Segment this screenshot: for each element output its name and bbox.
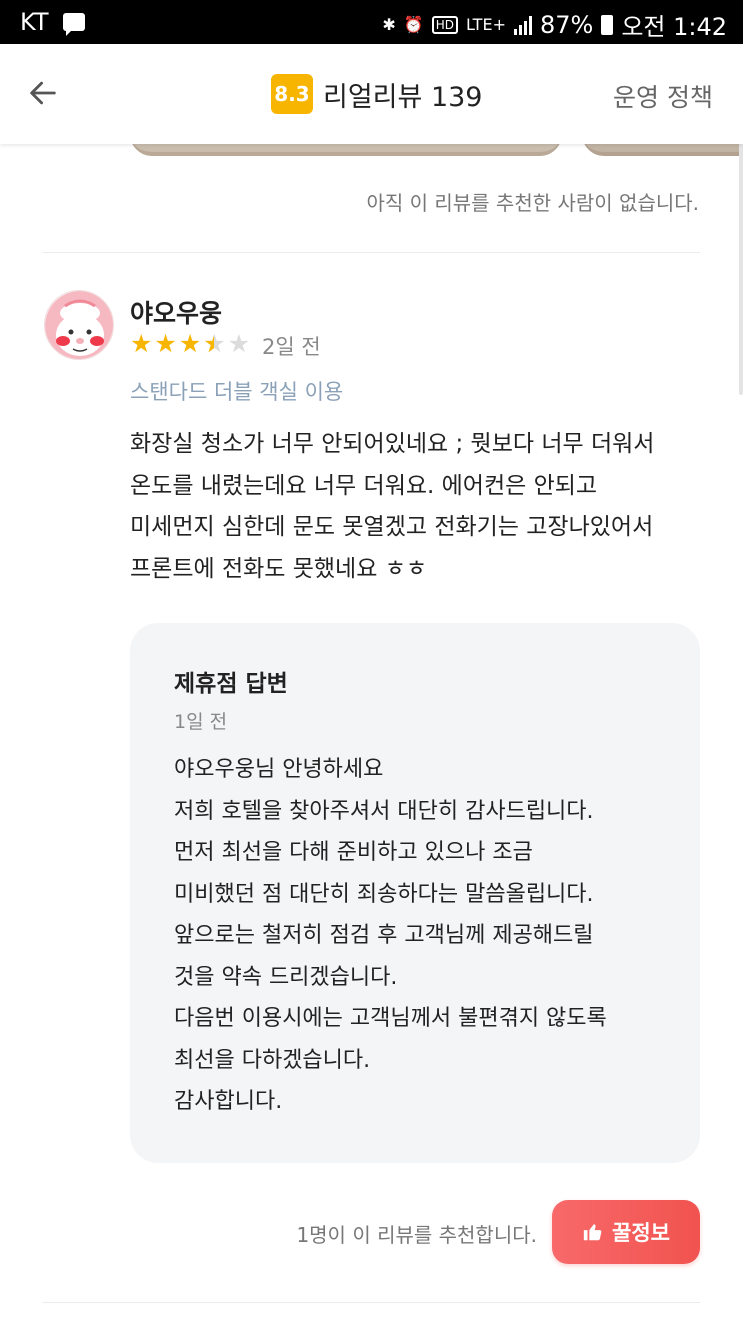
review-line: 프론트에 전화도 못했네요 ㅎㅎ <box>130 555 428 582</box>
half-star-icon: ★ <box>203 331 225 358</box>
avatar[interactable] <box>44 290 114 360</box>
reply-title: 제휴점 답변 <box>174 671 288 697</box>
review-line: 화장실 청소가 너무 안되어있네요 ; 뭣보다 너무 더워서 <box>130 431 655 457</box>
alarm-icon: ⏰ <box>403 14 424 34</box>
message-icon <box>62 13 85 36</box>
arrow-left-icon <box>30 81 56 105</box>
status-right: ✱ ⏰ HD LTE+ 87% 오전 1:42 <box>382 7 727 42</box>
signal-icon <box>513 15 532 35</box>
hd-badge: HD <box>431 15 458 34</box>
carrier-label: KT <box>20 8 49 36</box>
divider <box>42 252 700 253</box>
network-label: LTE+ <box>465 14 506 34</box>
partner-reply: 제휴점 답변 1일 전 야오우웅님 안녕하세요 저희 호텔을 찾아주셔서 대단히… <box>130 623 700 1163</box>
recommend-count-text: 1명이 이 리뷰를 추천합니다. <box>296 1223 537 1247</box>
helpful-tip-button[interactable]: 꿀정보 <box>552 1200 700 1264</box>
avatar-character-icon <box>45 291 113 359</box>
page-title: 리얼리뷰 139 <box>323 81 483 113</box>
reply-text: 야오우웅님 안녕하세요 저희 호텔을 찾아주셔서 대단히 감사드립니다. 먼저 … <box>174 749 607 1123</box>
recommend-count-text: 아직 이 리뷰를 추천한 사람이 없습니다. <box>366 191 699 215</box>
back-button[interactable] <box>26 76 66 116</box>
reply-line: 미비했던 점 대단히 죄송하다는 말씀올립니다. <box>174 881 594 907</box>
reply-line: 앞으로는 철저히 점검 후 고객님께 제공해드릴 <box>174 923 594 948</box>
reply-line: 야오우웅님 안녕하세요 <box>174 757 384 782</box>
star-rating: ★ ★ ★ ★ ★ <box>130 329 251 358</box>
reply-date: 1일 전 <box>174 711 228 733</box>
star-icon: ★ <box>154 329 177 358</box>
reply-line: 먼저 최선을 다해 준비하고 있으나 조금 <box>174 840 533 865</box>
app-header: 8.3 리얼리뷰 139 운영 정책 <box>0 44 743 144</box>
divider <box>42 1302 700 1303</box>
status-bar: KT ✱ ⏰ HD LTE+ 87% 오전 1:42 <box>0 0 743 44</box>
clock: 오전 1:42 <box>621 13 727 41</box>
header-title-group: 8.3 리얼리뷰 139 <box>271 74 482 114</box>
policy-link[interactable]: 운영 정책 <box>613 78 713 114</box>
battery-icon <box>601 14 614 35</box>
star-icon: ★ <box>178 329 202 358</box>
reviewer-name: 야오우웅 <box>130 299 223 328</box>
reply-line: 다음번 이용시에는 고객님께서 불편겪지 않도록 <box>174 1006 607 1031</box>
thumbs-up-icon <box>583 1224 602 1241</box>
empty-star-icon: ★ <box>227 329 251 358</box>
battery-percent: 87% <box>539 10 594 39</box>
star-icon: ★ <box>130 329 153 358</box>
room-type: 스탠다드 더블 객실 이용 <box>130 380 344 404</box>
scrollbar[interactable] <box>739 140 743 395</box>
status-left: KT <box>20 8 85 36</box>
reply-line: 것을 약속 드리겠습니다. <box>174 964 398 990</box>
review-text: 화장실 청소가 너무 안되어있네요 ; 뭣보다 너무 더워서 온도를 내렸는데요… <box>130 424 710 590</box>
review-line: 미세먼지 심한데 문도 못열겠고 전화기는 고장나있어서 <box>130 514 654 540</box>
reply-line: 감사합니다. <box>174 1089 283 1114</box>
review-date: 2일 전 <box>262 335 321 359</box>
bluetooth-icon: ✱ <box>382 14 396 34</box>
reply-line: 최선을 다하겠습니다. <box>174 1047 371 1073</box>
tip-button-label: 꿀정보 <box>612 1221 670 1245</box>
review-line: 온도를 내렸는데요 너무 더워요. 에어컨은 안되고 <box>130 472 598 499</box>
score-badge: 8.3 <box>271 74 313 114</box>
reply-line: 저희 호텔을 찾아주셔서 대단히 감사드립니다. <box>174 798 594 824</box>
